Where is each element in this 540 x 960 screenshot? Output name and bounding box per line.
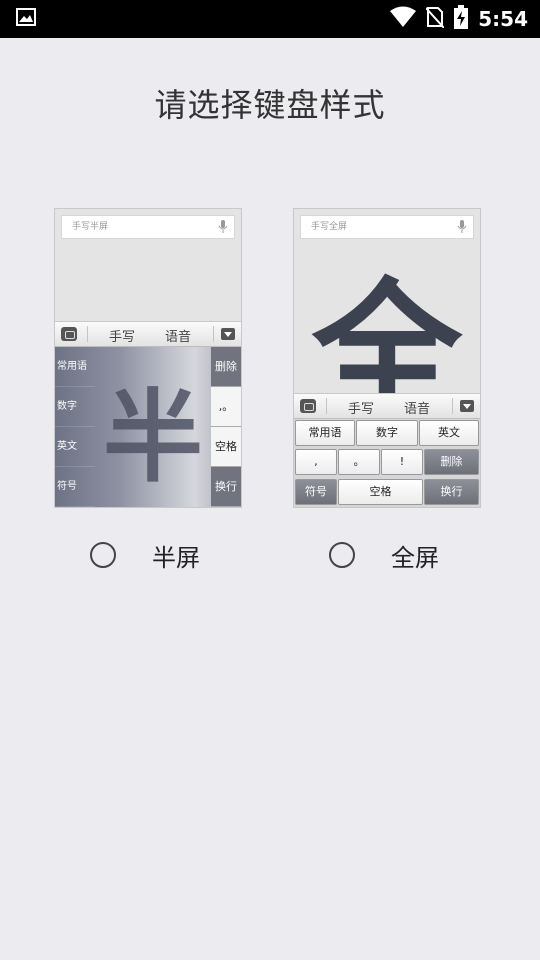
key-symbols: 符号 bbox=[55, 467, 95, 507]
dropdown-icon bbox=[221, 328, 235, 340]
keyboard-logo-icon bbox=[300, 399, 316, 413]
voice-tab: 语音 bbox=[404, 402, 431, 417]
key-space: 空格 bbox=[211, 427, 241, 467]
key-phrases: 常用语 bbox=[55, 347, 95, 387]
key-punctuation: ,。 bbox=[211, 387, 241, 427]
key-phrases: 常用语 bbox=[295, 420, 355, 446]
mic-icon bbox=[218, 220, 228, 243]
key-english: 英文 bbox=[419, 420, 479, 446]
page-title: 请选择键盘样式 bbox=[154, 86, 386, 124]
option-full-screen[interactable]: 全屏 bbox=[329, 538, 439, 572]
key-numbers: 数字 bbox=[55, 387, 95, 427]
preview-glyph: 半 bbox=[103, 378, 203, 496]
battery-charging-icon bbox=[454, 5, 469, 33]
full-keyboard: 常用语 数字 英文 , 。 ! 删除 符号 空格 换行 bbox=[294, 419, 480, 507]
right-key-column: 删除 ,。 空格 换行 bbox=[211, 347, 241, 507]
keyboard-toolbar: 手写 语音 bbox=[294, 393, 480, 419]
keyboard-toolbar: 手写 语音 bbox=[55, 321, 241, 347]
half-screen-preview[interactable]: 手写半屏 手写 语音 半 常用语 数字 英文 符号 删除 ,。 空格 换行 bbox=[54, 208, 242, 508]
dropdown-icon bbox=[460, 400, 474, 412]
key-period: 。 bbox=[338, 449, 380, 475]
half-screen-label: 半屏 bbox=[152, 543, 200, 572]
key-numbers: 数字 bbox=[356, 420, 418, 446]
key-delete: 删除 bbox=[424, 449, 479, 475]
option-half-screen[interactable]: 半屏 bbox=[90, 538, 200, 572]
voice-tab: 语音 bbox=[165, 330, 192, 345]
half-screen-radio[interactable] bbox=[90, 542, 116, 568]
key-comma: , bbox=[295, 449, 337, 475]
keyboard-logo-icon bbox=[61, 327, 77, 341]
full-screen-preview[interactable]: 手写全屏 全 手写 语音 常用语 数字 英文 , 。 ! 删除 符号 空格 换行 bbox=[293, 208, 481, 508]
key-enter: 换行 bbox=[211, 467, 241, 507]
image-icon bbox=[16, 8, 36, 30]
key-symbols: 符号 bbox=[295, 479, 337, 505]
key-enter: 换行 bbox=[424, 479, 479, 505]
handwriting-area: 半 常用语 数字 英文 符号 删除 ,。 空格 换行 bbox=[55, 347, 241, 507]
search-bar: 手写半屏 bbox=[61, 215, 235, 239]
key-english: 英文 bbox=[55, 427, 95, 467]
handwrite-tab: 手写 bbox=[348, 402, 375, 417]
key-delete: 删除 bbox=[211, 347, 241, 387]
no-sim-icon bbox=[425, 6, 445, 32]
status-bar: 5:54 bbox=[0, 0, 540, 38]
left-key-column: 常用语 数字 英文 符号 bbox=[55, 347, 95, 507]
handwrite-tab: 手写 bbox=[109, 330, 136, 345]
key-space: 空格 bbox=[338, 479, 423, 505]
search-placeholder: 手写半屏 bbox=[72, 222, 109, 232]
clock: 5:54 bbox=[478, 7, 528, 31]
wifi-icon bbox=[390, 6, 417, 32]
key-exclamation: ! bbox=[381, 449, 423, 475]
full-screen-label: 全屏 bbox=[391, 543, 439, 572]
full-screen-radio[interactable] bbox=[329, 542, 355, 568]
